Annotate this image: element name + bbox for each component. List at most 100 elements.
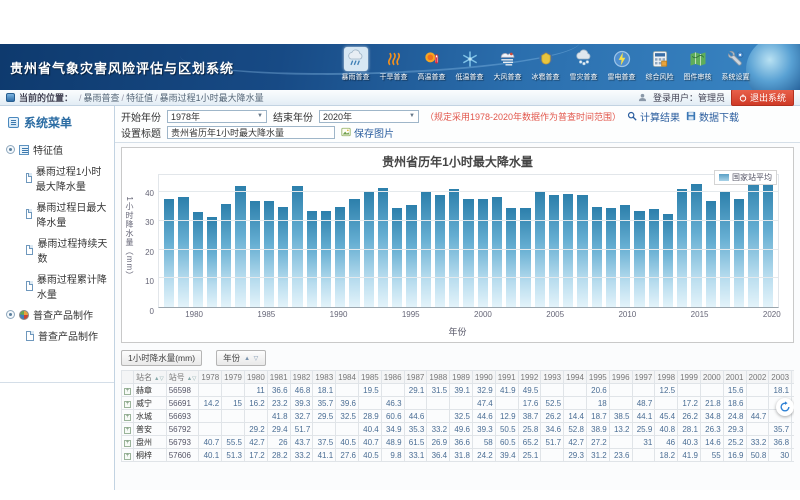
measure-field-chip[interactable]: 1小时降水量(mm) <box>121 350 202 366</box>
nav-item-1[interactable]: 暴雨普查 <box>338 47 373 82</box>
tree-toggle-icon[interactable] <box>6 310 15 319</box>
breadcrumb-item-3[interactable]: 暴雨过程1小时最大降水量 <box>160 93 264 103</box>
row-expand-icon[interactable]: + <box>124 427 131 434</box>
end-year-select[interactable]: 2020年▼ <box>319 110 419 123</box>
bar-2008[interactable] <box>592 207 602 307</box>
bar-2015[interactable] <box>691 184 701 307</box>
bar-2006[interactable] <box>563 194 573 307</box>
year-header-1987[interactable]: 1987 <box>404 371 427 384</box>
tree-leaf-1-3[interactable]: 暴雨过程持续天数 <box>6 232 110 268</box>
bar-1991[interactable] <box>349 199 359 307</box>
year-header-1986[interactable]: 1986 <box>381 371 404 384</box>
year-header-1981[interactable]: 1981 <box>267 371 290 384</box>
row-expand-icon[interactable]: + <box>124 388 131 395</box>
year-header-1984[interactable]: 1984 <box>336 371 359 384</box>
bar-1980[interactable] <box>193 212 203 307</box>
year-header-1980[interactable]: 1980 <box>244 371 267 384</box>
refresh-button[interactable] <box>776 398 794 416</box>
bar-2018[interactable] <box>734 199 744 307</box>
year-header-2001[interactable]: 2001 <box>723 371 746 384</box>
nav-item-5[interactable]: 大风普查 <box>490 47 525 82</box>
bar-2001[interactable] <box>492 197 502 307</box>
chart-title-input[interactable] <box>167 126 335 139</box>
nav-item-6[interactable]: 冰雹普查 <box>528 47 563 82</box>
tree-leaf-1-2[interactable]: 暴雨过程日最大降水量 <box>6 196 110 232</box>
bar-2003[interactable] <box>520 208 530 307</box>
sort-arrows-icon[interactable]: ▲▽ <box>187 376 197 382</box>
row-expand-icon[interactable]: + <box>124 401 131 408</box>
bar-2000[interactable] <box>478 199 488 307</box>
download-button[interactable]: 数据下载 <box>686 109 739 124</box>
bar-1987[interactable] <box>292 186 302 307</box>
bar-2007[interactable] <box>577 195 587 307</box>
year-header-1983[interactable]: 1983 <box>313 371 336 384</box>
year-header-1999[interactable]: 1999 <box>678 371 701 384</box>
bar-1993[interactable] <box>378 188 388 307</box>
bar-2012[interactable] <box>649 209 659 307</box>
bar-1997[interactable] <box>435 195 445 307</box>
nav-item-7[interactable]: 雪灾普查 <box>566 47 601 82</box>
year-header-1993[interactable]: 1993 <box>541 371 564 384</box>
year-header-2004[interactable]: 2004 <box>792 371 794 384</box>
bar-2002[interactable] <box>506 208 516 307</box>
bar-2016[interactable] <box>706 201 716 307</box>
bar-1988[interactable] <box>307 211 317 307</box>
bar-2005[interactable] <box>549 195 559 307</box>
bar-1996[interactable] <box>421 192 431 307</box>
year-header-2002[interactable]: 2002 <box>746 371 769 384</box>
year-header-1997[interactable]: 1997 <box>632 371 655 384</box>
row-expand-icon[interactable]: + <box>124 440 131 447</box>
year-header-1988[interactable]: 1988 <box>427 371 450 384</box>
id-header[interactable]: 站号▲▽ <box>166 371 199 384</box>
nav-item-8[interactable]: 雷电普查 <box>604 47 639 82</box>
year-header-1990[interactable]: 1990 <box>472 371 495 384</box>
sort-arrows-icon[interactable]: ▲▽ <box>154 376 164 382</box>
nav-item-9[interactable]: 综合风险 <box>642 47 677 82</box>
bar-2013[interactable] <box>663 214 673 307</box>
year-header-1991[interactable]: 1991 <box>495 371 518 384</box>
bar-1990[interactable] <box>335 207 345 307</box>
year-header-1989[interactable]: 1989 <box>450 371 473 384</box>
tree-toggle-icon[interactable] <box>6 145 15 154</box>
year-header-1982[interactable]: 1982 <box>290 371 313 384</box>
breadcrumb-item-2[interactable]: 特征值 <box>126 93 153 103</box>
bar-2011[interactable] <box>634 211 644 307</box>
bar-1986[interactable] <box>278 207 288 307</box>
year-header-1996[interactable]: 1996 <box>609 371 632 384</box>
bar-1978[interactable] <box>164 199 174 307</box>
year-header-1994[interactable]: 1994 <box>564 371 587 384</box>
bar-2004[interactable] <box>535 192 545 307</box>
bar-1983[interactable] <box>235 186 245 307</box>
tree-group-2[interactable]: 普查产品制作 <box>6 304 110 325</box>
logout-button[interactable]: 退出系统 <box>731 89 794 106</box>
nav-item-11[interactable]: 系统设置 <box>718 47 753 82</box>
name-header[interactable]: 站名▲▽ <box>134 371 167 384</box>
bar-1981[interactable] <box>207 217 217 307</box>
nav-item-10[interactable]: 图件审核 <box>680 47 715 82</box>
row-expand-icon[interactable]: + <box>124 453 131 460</box>
year-header-1995[interactable]: 1995 <box>586 371 609 384</box>
year-header-1985[interactable]: 1985 <box>358 371 381 384</box>
tree-group-1[interactable]: 特征值 <box>6 139 110 160</box>
bar-2019[interactable] <box>748 178 758 307</box>
save-image-button[interactable]: 保存图片 <box>341 125 394 140</box>
bar-1999[interactable] <box>463 199 473 307</box>
nav-item-2[interactable]: 干旱普查 <box>376 47 411 82</box>
nav-item-4[interactable]: 低温普查 <box>452 47 487 82</box>
year-header-1979[interactable]: 1979 <box>222 371 245 384</box>
bar-1985[interactable] <box>264 201 274 307</box>
tree-leaf-1-1[interactable]: 暴雨过程1小时最大降水量 <box>6 160 110 196</box>
bar-2020[interactable] <box>763 181 773 307</box>
bar-2009[interactable] <box>606 208 616 307</box>
bar-1984[interactable] <box>250 201 260 307</box>
year-header-1992[interactable]: 1992 <box>518 371 541 384</box>
tree-leaf-1-4[interactable]: 暴雨过程累计降水量 <box>6 268 110 304</box>
bar-1994[interactable] <box>392 208 402 307</box>
row-expand-icon[interactable]: + <box>124 414 131 421</box>
year-header-1978[interactable]: 1978 <box>199 371 222 384</box>
year-header-1998[interactable]: 1998 <box>655 371 678 384</box>
year-header-2003[interactable]: 2003 <box>769 371 792 384</box>
column-field-chip[interactable]: 年份 ▲ ▽ <box>216 350 266 366</box>
start-year-select[interactable]: 1978年▼ <box>167 110 267 123</box>
bar-1989[interactable] <box>321 211 331 307</box>
